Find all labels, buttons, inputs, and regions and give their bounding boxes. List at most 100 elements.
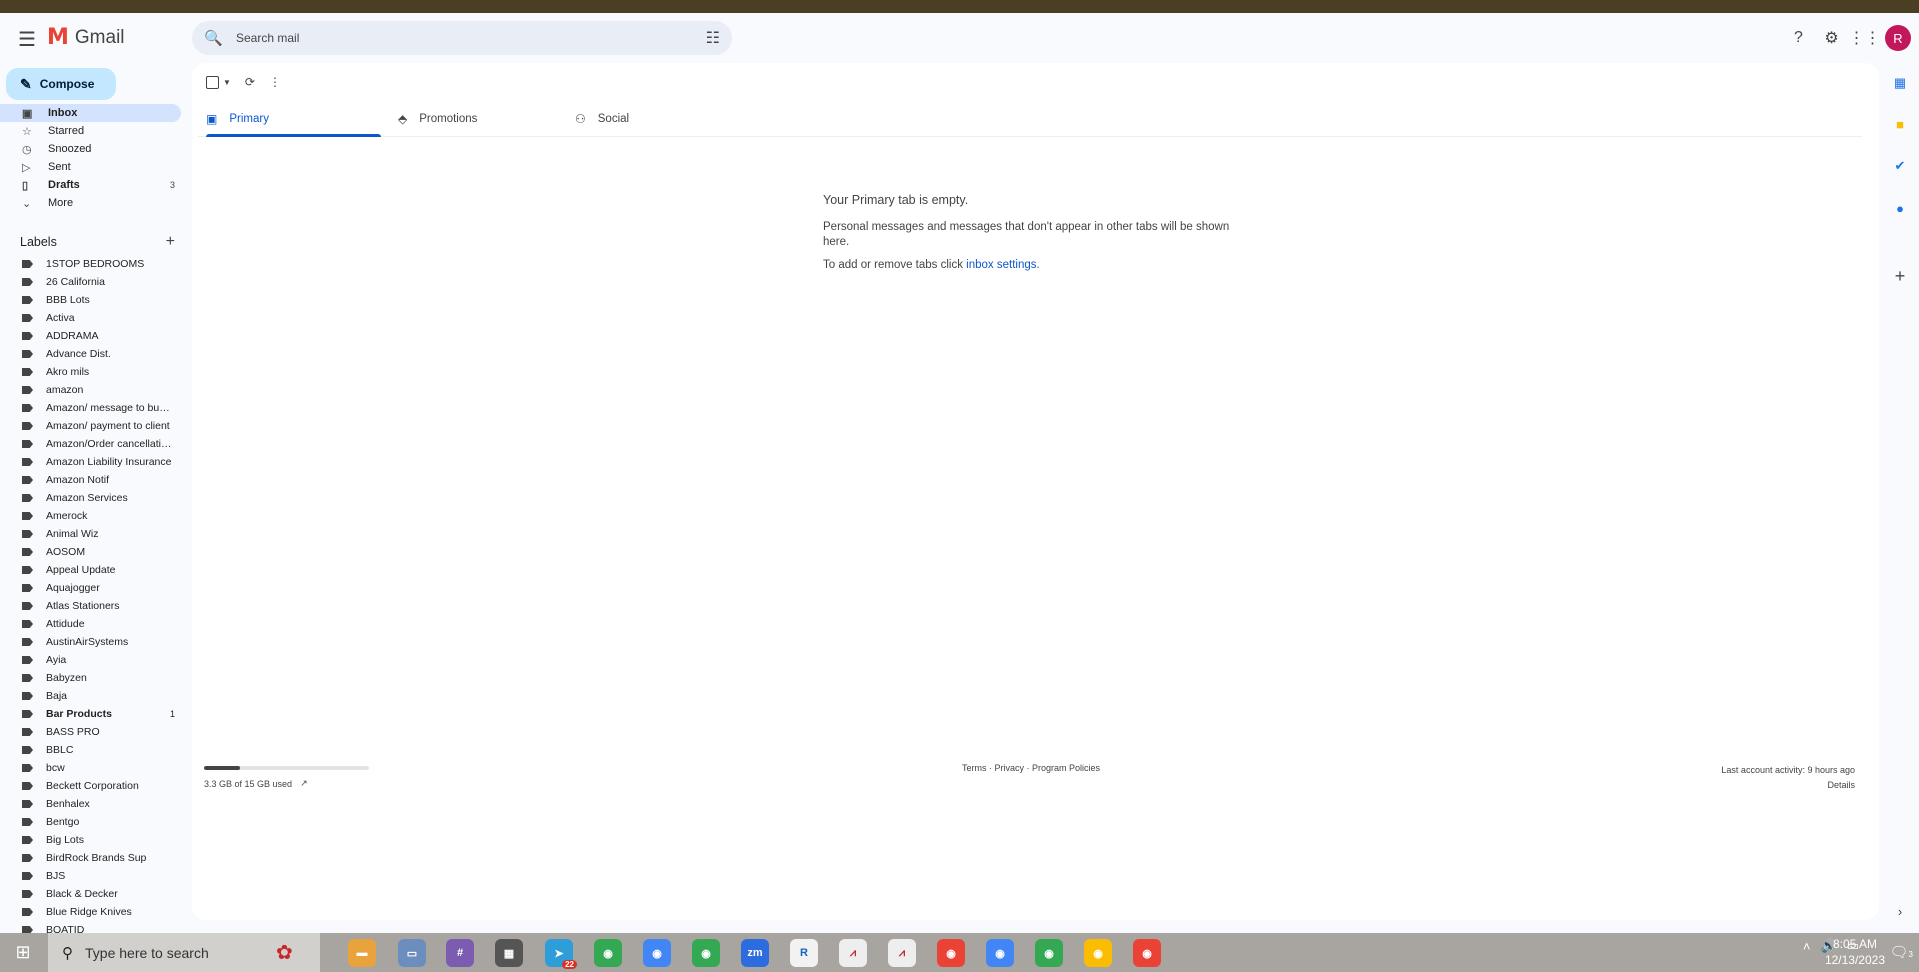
- refresh-icon[interactable]: ⟳: [245, 75, 255, 89]
- expand-panel-icon[interactable]: ›: [1892, 903, 1908, 919]
- search-icon[interactable]: 🔍: [204, 29, 224, 47]
- label-item[interactable]: Black & Decker: [0, 885, 181, 903]
- taskbar-search-input[interactable]: Type here to search: [85, 945, 209, 961]
- label-item[interactable]: Amazon/ message to buyer: [0, 399, 181, 417]
- label-item[interactable]: Benhalex: [0, 795, 181, 813]
- label-item[interactable]: Amazon Notif: [0, 471, 181, 489]
- telegram-icon[interactable]: ➤ 22: [545, 939, 577, 969]
- label-item[interactable]: Bar Products 1: [0, 705, 181, 723]
- label-item[interactable]: Amerock: [0, 507, 181, 525]
- window-top-strip: [0, 0, 1919, 13]
- label-item[interactable]: Activa: [0, 309, 181, 327]
- chrome-icon-2[interactable]: ◉: [643, 939, 671, 967]
- label-name: 26 California: [46, 276, 105, 288]
- label-item[interactable]: BJS: [0, 867, 181, 885]
- details-link[interactable]: Details: [1721, 778, 1855, 793]
- label-item[interactable]: Big Lots: [0, 831, 181, 849]
- chrome-icon-4[interactable]: ◉: [937, 939, 965, 967]
- select-all-checkbox[interactable]: ▼: [206, 75, 231, 89]
- label-item[interactable]: AOSOM: [0, 543, 181, 561]
- search-options-icon[interactable]: ☷: [706, 28, 720, 48]
- label-item[interactable]: 1STOP BEDROOMS: [0, 255, 181, 273]
- sidebar-item-starred[interactable]: ☆ Starred: [0, 122, 181, 140]
- add-addon-icon[interactable]: +: [1892, 266, 1908, 286]
- chrome-icon-1[interactable]: ◉: [594, 939, 622, 967]
- tab-primary[interactable]: ▣ Primary: [206, 102, 381, 137]
- contacts-icon[interactable]: ●: [1892, 200, 1908, 216]
- label-item[interactable]: AustinAirSystems: [0, 633, 181, 651]
- chart-app-icon-2[interactable]: ⩘: [888, 939, 916, 967]
- label-item[interactable]: Amazon/ payment to client: [0, 417, 181, 435]
- label-item[interactable]: Akro mils: [0, 363, 181, 381]
- label-item[interactable]: ADDRAMA: [0, 327, 181, 345]
- label-item[interactable]: Attidude: [0, 615, 181, 633]
- label-icon: [22, 782, 33, 790]
- taskbar-clock[interactable]: 8:05 AM 12/13/2023: [1825, 936, 1885, 968]
- chrome-icon-8[interactable]: ◉: [1133, 939, 1161, 967]
- label-count: 1: [169, 709, 175, 719]
- windows-start-icon[interactable]: ⊞: [0, 933, 46, 972]
- label-item[interactable]: Beckett Corporation: [0, 777, 181, 795]
- settings-gear-icon[interactable]: ⚙: [1815, 22, 1848, 55]
- label-item[interactable]: Animal Wiz: [0, 525, 181, 543]
- r-app-icon[interactable]: R: [790, 939, 818, 967]
- inbox-settings-link[interactable]: inbox settings: [966, 259, 1036, 271]
- add-label-icon[interactable]: +: [166, 233, 175, 251]
- label-item[interactable]: bcw: [0, 759, 181, 777]
- slack-icon[interactable]: #: [446, 939, 474, 967]
- apps-grid-icon[interactable]: ⋮⋮: [1848, 22, 1881, 55]
- label-item[interactable]: BBB Lots: [0, 291, 181, 309]
- sidebar-item-sent[interactable]: ▷ Sent: [0, 158, 181, 176]
- notes-app-icon[interactable]: ▭: [398, 939, 426, 967]
- sidebar-item-drafts[interactable]: ▯ Drafts 3: [0, 176, 181, 194]
- label-item[interactable]: Amazon Services: [0, 489, 181, 507]
- chrome-icon-5[interactable]: ◉: [986, 939, 1014, 967]
- tab-promotions[interactable]: ⬘ Promotions: [398, 102, 477, 136]
- chrome-icon-3[interactable]: ◉: [692, 939, 720, 967]
- notification-center-icon[interactable]: 🗨3: [1890, 943, 1914, 961]
- tasks-icon[interactable]: ✔: [1892, 158, 1908, 174]
- zoom-icon[interactable]: zm: [741, 939, 769, 967]
- compose-button[interactable]: ✎ Compose: [6, 68, 116, 100]
- label-item[interactable]: BBLC: [0, 741, 181, 759]
- label-item[interactable]: amazon: [0, 381, 181, 399]
- sidebar-item-snoozed[interactable]: ◷ Snoozed: [0, 140, 181, 158]
- open-in-new-icon[interactable]: ↗: [300, 778, 308, 789]
- sidebar-item-more[interactable]: ⌄ More: [0, 194, 181, 212]
- label-item[interactable]: Aquajogger: [0, 579, 181, 597]
- chart-app-icon-1[interactable]: ⩘: [839, 939, 867, 967]
- label-item[interactable]: Baja: [0, 687, 181, 705]
- taskbar-search[interactable]: ⚲ Type here to search ✿: [48, 933, 320, 972]
- gmail-logo[interactable]: M Gmail: [47, 25, 125, 50]
- label-item[interactable]: BASS PRO: [0, 723, 181, 741]
- tray-chevron-up-icon[interactable]: ˄: [1803, 939, 1811, 954]
- label-item[interactable]: Bentgo: [0, 813, 181, 831]
- chrome-icon-7[interactable]: ◉: [1084, 939, 1112, 967]
- label-item[interactable]: Blue Ridge Knives: [0, 903, 181, 921]
- label-item[interactable]: Atlas Stationers: [0, 597, 181, 615]
- label-item[interactable]: Amazon Liability Insurance: [0, 453, 181, 471]
- calendar-icon[interactable]: ▦: [1892, 75, 1908, 91]
- search-input[interactable]: Search mail: [236, 31, 706, 45]
- footer-links[interactable]: Terms · Privacy · Program Policies: [962, 763, 1100, 773]
- account-avatar[interactable]: R: [1885, 25, 1911, 51]
- chrome-icon-6[interactable]: ◉: [1035, 939, 1063, 967]
- label-item[interactable]: BirdRock Brands Sup: [0, 849, 181, 867]
- label-item[interactable]: Ayia: [0, 651, 181, 669]
- label-item[interactable]: Advance Dist.: [0, 345, 181, 363]
- keep-icon[interactable]: ■: [1892, 116, 1908, 132]
- label-icon: [22, 494, 33, 502]
- tab-social[interactable]: ⚇ Social: [575, 102, 629, 136]
- file-explorer-icon[interactable]: ▬: [348, 939, 376, 967]
- label-item[interactable]: Babyzen: [0, 669, 181, 687]
- more-options-icon[interactable]: ⋮: [269, 75, 281, 89]
- label-item[interactable]: Amazon/Order cancellation: [0, 435, 181, 453]
- calculator-icon[interactable]: ▦: [495, 939, 523, 967]
- help-icon[interactable]: ?: [1782, 22, 1815, 55]
- label-item[interactable]: BOATID: [0, 921, 181, 933]
- label-item[interactable]: Appeal Update: [0, 561, 181, 579]
- label-item[interactable]: 26 California: [0, 273, 181, 291]
- sidebar-item-inbox[interactable]: ▣ Inbox: [0, 104, 181, 122]
- main-menu-button[interactable]: ☰: [14, 26, 40, 52]
- search-bar[interactable]: 🔍 Search mail ☷: [192, 21, 732, 55]
